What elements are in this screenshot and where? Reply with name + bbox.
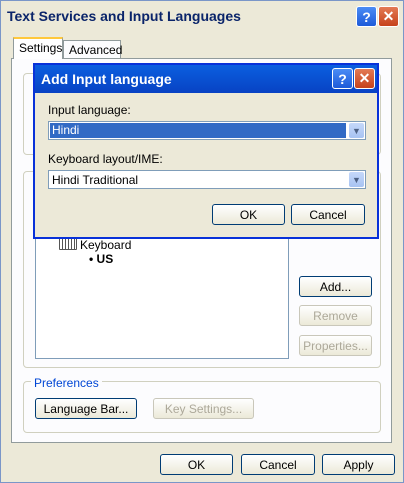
keyboard-layout-select[interactable]: Hindi Traditional ▼ <box>48 170 366 189</box>
tab-settings[interactable]: Settings <box>13 37 63 59</box>
keyboard-label: Keyboard <box>80 238 132 252</box>
preferences-label: Preferences <box>31 376 102 390</box>
remove-button[interactable]: Remove <box>299 305 372 326</box>
chevron-down-icon[interactable]: ▼ <box>349 123 364 138</box>
cancel-button[interactable]: Cancel <box>241 454 315 475</box>
help-icon[interactable]: ? <box>356 6 377 27</box>
input-language-label: Input language: <box>48 103 131 117</box>
window-title: Text Services and Input Languages <box>7 8 241 24</box>
chevron-down-icon[interactable]: ▼ <box>349 172 364 187</box>
dialog-help-icon[interactable]: ? <box>332 68 353 89</box>
dialog-title-bar[interactable]: Add Input language ? ✕ <box>35 65 377 93</box>
layout-label: US <box>96 252 114 266</box>
language-bar-button[interactable]: Language Bar... <box>35 398 137 419</box>
ok-button[interactable]: OK <box>160 454 233 475</box>
list-item[interactable]: • US <box>89 252 113 266</box>
key-settings-button[interactable]: Key Settings... <box>153 398 254 419</box>
apply-button[interactable]: Apply <box>322 454 395 475</box>
dialog-close-icon[interactable]: ✕ <box>354 68 375 89</box>
add-input-language-dialog: Add Input language ? ✕ Input language: H… <box>33 63 379 239</box>
keyboard-layout-value: Hindi Traditional <box>52 173 139 187</box>
close-icon[interactable]: ✕ <box>378 6 399 27</box>
dialog-title: Add Input language <box>41 71 172 87</box>
dialog-cancel-button[interactable]: Cancel <box>291 204 365 225</box>
dialog-ok-button[interactable]: OK <box>212 204 285 225</box>
properties-button[interactable]: Properties... <box>299 335 372 356</box>
keyboard-layout-label: Keyboard layout/IME: <box>48 152 163 166</box>
input-language-select[interactable]: Hindi ▼ <box>48 121 366 140</box>
add-button[interactable]: Add... <box>299 276 372 297</box>
keyboard-icon <box>59 238 77 250</box>
input-language-value: Hindi <box>50 123 346 138</box>
title-bar[interactable]: Text Services and Input Languages ? ✕ <box>1 1 403 31</box>
tab-advanced[interactable]: Advanced <box>63 40 122 60</box>
